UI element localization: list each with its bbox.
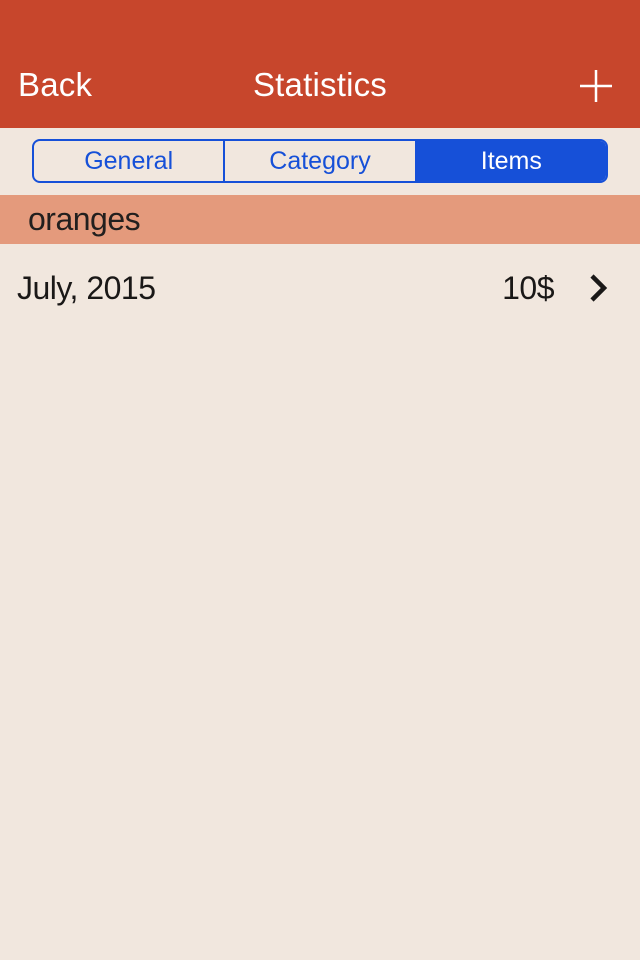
- add-button[interactable]: [576, 66, 616, 106]
- content-area: [0, 332, 640, 960]
- segment-items[interactable]: Items: [415, 141, 606, 181]
- segmented-control: General Category Items: [32, 139, 608, 183]
- page-title: Statistics: [0, 66, 640, 104]
- list-item[interactable]: July, 2015 10$: [0, 244, 640, 332]
- segmented-control-wrap: General Category Items: [0, 128, 640, 195]
- segment-general[interactable]: General: [34, 141, 223, 181]
- disclosure-indicator: [576, 266, 620, 310]
- list-item-title: July, 2015: [17, 270, 502, 307]
- header-bar: Back Statistics: [0, 0, 640, 128]
- chevron-right-icon: [588, 272, 608, 304]
- plus-icon: [576, 66, 616, 106]
- segment-category[interactable]: Category: [223, 141, 414, 181]
- list-item-amount: 10$: [502, 270, 554, 307]
- section-header: oranges: [0, 195, 640, 244]
- back-button[interactable]: Back: [18, 66, 92, 104]
